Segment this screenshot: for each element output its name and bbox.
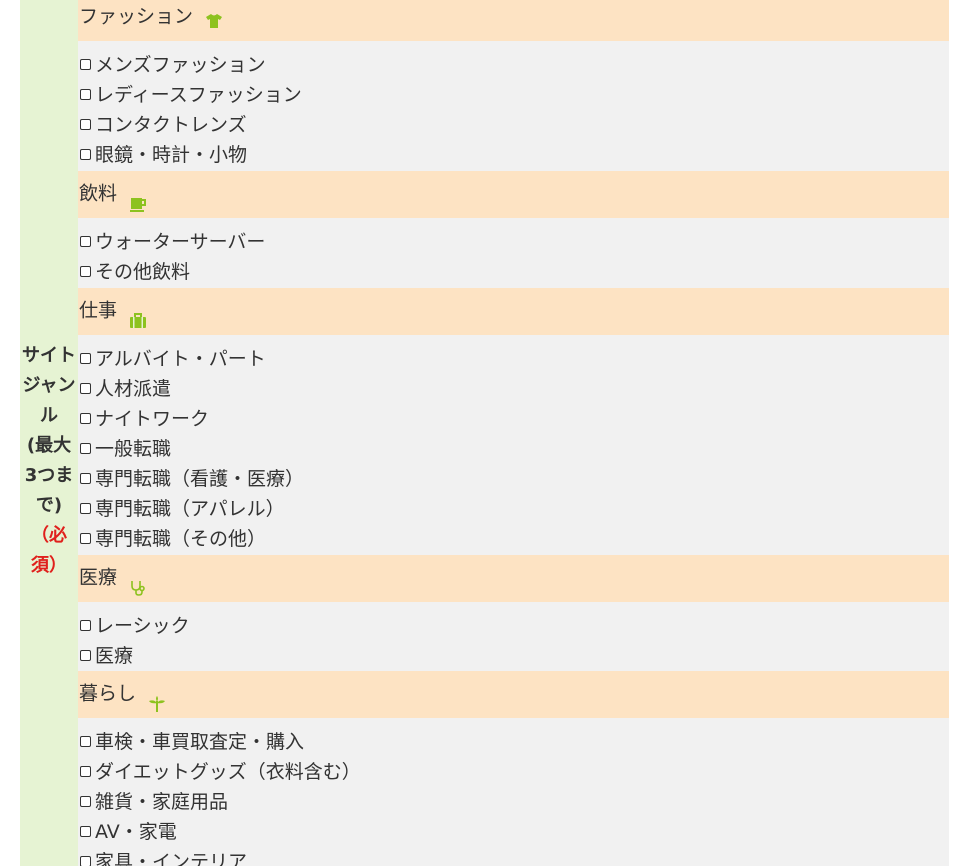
checkbox-option[interactable]: 専門転職（アパレル） [80,494,285,524]
checkbox[interactable] [80,382,91,394]
checkbox-option[interactable]: ダイエットグッズ（衣料含む） [80,757,361,787]
checkbox[interactable] [80,148,91,160]
checkbox-option[interactable]: 一般転職 [80,434,171,464]
genre-options-cell: ファッション メンズファッション レディースファッション コンタクトレンズ 眼鏡… [78,0,949,866]
category-header-medical: 医療 [78,555,949,602]
checkbox[interactable] [80,735,91,747]
checkbox-option[interactable]: アルバイト・パート [80,344,266,374]
option-label: ダイエットグッズ（衣料含む） [95,761,361,783]
checkbox[interactable] [80,855,91,866]
checkbox-option[interactable]: コンタクトレンズ [80,110,247,140]
genre-label-line: サイト [22,345,76,366]
checkbox-option[interactable]: レーシック [80,611,190,641]
checkbox[interactable] [80,825,91,837]
checkbox[interactable] [80,118,91,130]
category-title: 暮らし [79,682,137,705]
category-title: 医療 [79,566,118,589]
option-label: 雑貨・家庭用品 [95,791,229,813]
genre-label-line: ル [40,405,58,426]
category-title: ファッション [79,5,194,28]
checkbox-option[interactable]: AV・家電 [80,817,177,847]
required-mark-line: （必 [31,525,67,546]
checkbox[interactable] [80,442,91,454]
genre-label-line: 3つま [24,465,74,486]
option-label: 家具・インテリア [95,851,248,866]
option-label: 眼鏡・時計・小物 [95,144,248,166]
category-header-fashion: ファッション [78,0,949,41]
checkbox-option[interactable]: 雑貨・家庭用品 [80,787,228,817]
genre-label-line: ジャン [22,375,76,396]
option-label: ウォーターサーバー [95,231,266,253]
checkbox[interactable] [80,472,91,484]
option-label: 一般転職 [95,438,172,460]
stethoscope-icon [129,569,147,596]
required-mark-line: 須） [31,555,67,576]
checkbox-option[interactable]: 医療 [80,641,133,671]
sprout-icon [148,685,166,712]
category-title: 飲料 [79,182,118,205]
checkbox[interactable] [80,649,91,661]
checkbox-option[interactable]: 家具・インテリア [80,847,247,866]
checkbox[interactable] [80,352,91,364]
checkbox[interactable] [80,532,91,544]
genre-label: サイト ジャン ル (最大 3つま で) （必 須） [20,341,78,581]
checkbox[interactable] [80,88,91,100]
checkbox-option[interactable]: その他飲料 [80,257,190,287]
category-header-work: 仕事 [78,288,949,335]
genre-label-line: (最大 [26,435,72,456]
checkbox[interactable] [80,58,91,70]
option-label: 人材派遣 [95,378,172,400]
checkbox-option[interactable]: 車検・車買取査定・購入 [80,727,304,757]
checkbox-option[interactable]: 専門転職（その他） [80,524,266,554]
option-label: その他飲料 [95,261,191,283]
option-label: レディースファッション [95,84,302,106]
option-label: コンタクトレンズ [95,114,247,136]
option-label: メンズファッション [95,54,266,76]
checkbox[interactable] [80,765,91,777]
checkbox-option[interactable]: レディースファッション [80,80,302,110]
coffee-cup-icon [129,185,147,212]
checkbox[interactable] [80,235,91,247]
option-label: 車検・車買取査定・購入 [95,731,305,753]
option-label: 専門転職（看護・医療） [95,468,305,490]
option-label: 医療 [95,645,134,667]
option-label: レーシック [95,615,190,637]
checkbox[interactable] [80,795,91,807]
tshirt-icon [205,8,223,28]
checkbox-option[interactable]: 専門転職（看護・医療） [80,464,304,494]
category-title: 仕事 [79,299,118,322]
checkbox-option[interactable]: 眼鏡・時計・小物 [80,140,247,170]
option-label: ナイトワーク [95,408,210,430]
checkbox[interactable] [80,265,91,277]
option-label: アルバイト・パート [95,348,266,370]
checkbox[interactable] [80,619,91,631]
checkbox-option[interactable]: メンズファッション [80,50,266,80]
option-label: 専門転職（その他） [95,528,267,550]
checkbox-option[interactable]: 人材派遣 [80,374,171,404]
category-header-living: 暮らし [78,671,949,718]
category-header-drinks: 飲料 [78,171,949,218]
option-label: 専門転職（アパレル） [95,498,285,520]
option-label: AV・家電 [95,821,177,843]
checkbox[interactable] [80,412,91,424]
checkbox[interactable] [80,502,91,514]
genre-label-line: で) [35,495,63,516]
checkbox-option[interactable]: ナイトワーク [80,404,209,434]
briefcase-icon [129,302,147,328]
checkbox-option[interactable]: ウォーターサーバー [80,227,265,257]
